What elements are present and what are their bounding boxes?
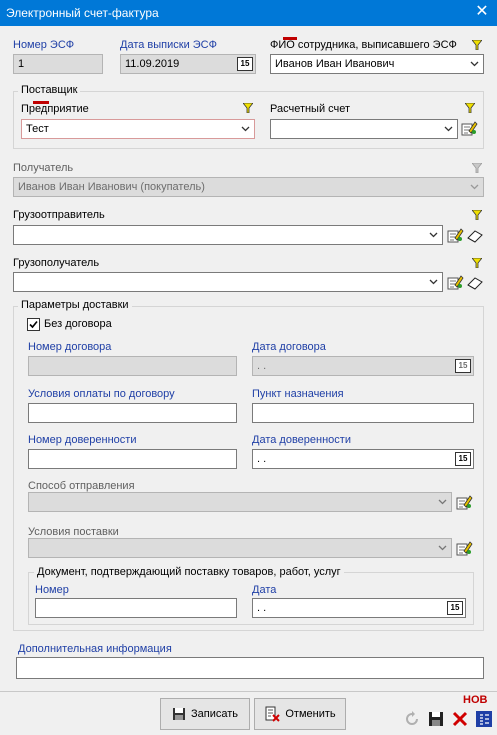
dispatch-method-select (28, 492, 452, 512)
destination-label: Пункт назначения (252, 388, 344, 400)
payment-terms-field[interactable] (28, 403, 237, 423)
delivery-terms-select (28, 538, 452, 558)
edit-reference-icon[interactable] (446, 273, 464, 291)
enterprise-label: Предприятие (21, 103, 89, 115)
consignee-select[interactable] (13, 272, 443, 292)
account-label: Расчетный счет (270, 103, 351, 115)
calendar-icon[interactable]: 15 (237, 57, 253, 71)
chevron-down-icon (434, 540, 450, 556)
poa-number-label: Номер доверенности (28, 434, 137, 446)
filter-icon[interactable] (472, 40, 482, 50)
calendar-icon[interactable]: 15 (447, 601, 463, 615)
enterprise-select[interactable]: Тест (21, 119, 255, 139)
edit-reference-icon[interactable] (460, 119, 478, 137)
edit-reference-icon[interactable] (446, 226, 464, 244)
supplier-group-label: Поставщик (18, 84, 81, 96)
recipient-label: Получатель (13, 162, 74, 174)
poa-date-label: Дата доверенности (252, 434, 351, 446)
chevron-down-icon[interactable] (466, 56, 482, 72)
filter-icon[interactable] (472, 210, 482, 220)
eraser-icon[interactable] (466, 226, 484, 244)
payment-terms-label: Условия оплаты по договору (28, 388, 175, 400)
doc-number-label: Номер (35, 584, 69, 596)
calendar-icon[interactable]: 15 (455, 452, 471, 466)
esf-number-field: 1 (13, 54, 103, 74)
supporting-doc-group-label: Документ, подтверждающий поставку товаро… (34, 566, 344, 578)
shipper-select[interactable] (13, 225, 443, 245)
window-title: Электронный счет-фактура (6, 6, 159, 20)
no-contract-checkbox[interactable] (27, 318, 40, 331)
contract-number-label: Номер договора (28, 341, 112, 353)
chevron-down-icon (466, 179, 482, 195)
additional-info-label: Дополнительная информация (18, 643, 172, 655)
chevron-down-icon[interactable] (237, 121, 253, 137)
filter-icon (472, 163, 482, 173)
contract-date-label: Дата договора (252, 341, 326, 353)
title-bar: Электронный счет-фактура ✕ (0, 0, 497, 26)
floppy-disk-icon (172, 708, 185, 720)
destination-field[interactable] (252, 403, 474, 423)
no-contract-label[interactable]: Без договора (44, 318, 112, 330)
edit-reference-icon[interactable] (455, 539, 473, 557)
contract-date-field: . . 15 (252, 356, 474, 376)
doc-date-label: Дата (252, 584, 277, 596)
doc-date-field[interactable]: . . 15 (252, 598, 466, 618)
poa-date-field[interactable]: . . 15 (252, 449, 474, 469)
cancel-button[interactable]: Отменить (254, 698, 346, 730)
chevron-down-icon (434, 494, 450, 510)
dispatch-method-label: Способ отправления (28, 480, 135, 492)
document-info-icon[interactable] (475, 710, 493, 728)
delivery-terms-label: Условия поставки (28, 526, 119, 538)
close-icon[interactable]: ✕ (473, 3, 491, 21)
shipper-label: Грузоотправитель (13, 209, 105, 221)
employee-label: ФИО сотрудника, выписавшего ЭСФ (270, 39, 457, 51)
floppy-disk-icon[interactable] (428, 711, 444, 727)
delete-icon[interactable] (452, 711, 468, 727)
status-badge: НОВ (463, 694, 488, 706)
chevron-down-icon[interactable] (425, 274, 441, 290)
delivery-group-label: Параметры доставки (18, 299, 132, 311)
consignee-label: Грузополучатель (13, 257, 100, 269)
save-button[interactable]: Записать (160, 698, 250, 730)
calendar-icon: 15 (455, 359, 471, 373)
footer-divider (0, 691, 497, 692)
poa-number-field[interactable] (28, 449, 237, 469)
issue-date-field[interactable]: 11.09.2019 15 (120, 54, 256, 74)
contract-number-field (28, 356, 237, 376)
chevron-down-icon[interactable] (440, 121, 456, 137)
additional-info-field[interactable] (16, 657, 484, 679)
filter-icon[interactable] (472, 258, 482, 268)
issue-date-label: Дата выписки ЭСФ (120, 39, 217, 51)
filter-icon[interactable] (243, 103, 253, 113)
eraser-icon[interactable] (466, 273, 484, 291)
account-select[interactable] (270, 119, 458, 139)
chevron-down-icon[interactable] (425, 227, 441, 243)
filter-icon[interactable] (465, 103, 475, 113)
edit-reference-icon[interactable] (455, 493, 473, 511)
employee-select[interactable]: Иванов Иван Иванович (270, 54, 484, 74)
refresh-icon (406, 711, 418, 725)
esf-number-label: Номер ЭСФ (13, 39, 75, 51)
doc-number-field[interactable] (35, 598, 237, 618)
cancel-document-icon (265, 706, 281, 722)
recipient-select: Иванов Иван Иванович (покупатель) (13, 177, 484, 197)
